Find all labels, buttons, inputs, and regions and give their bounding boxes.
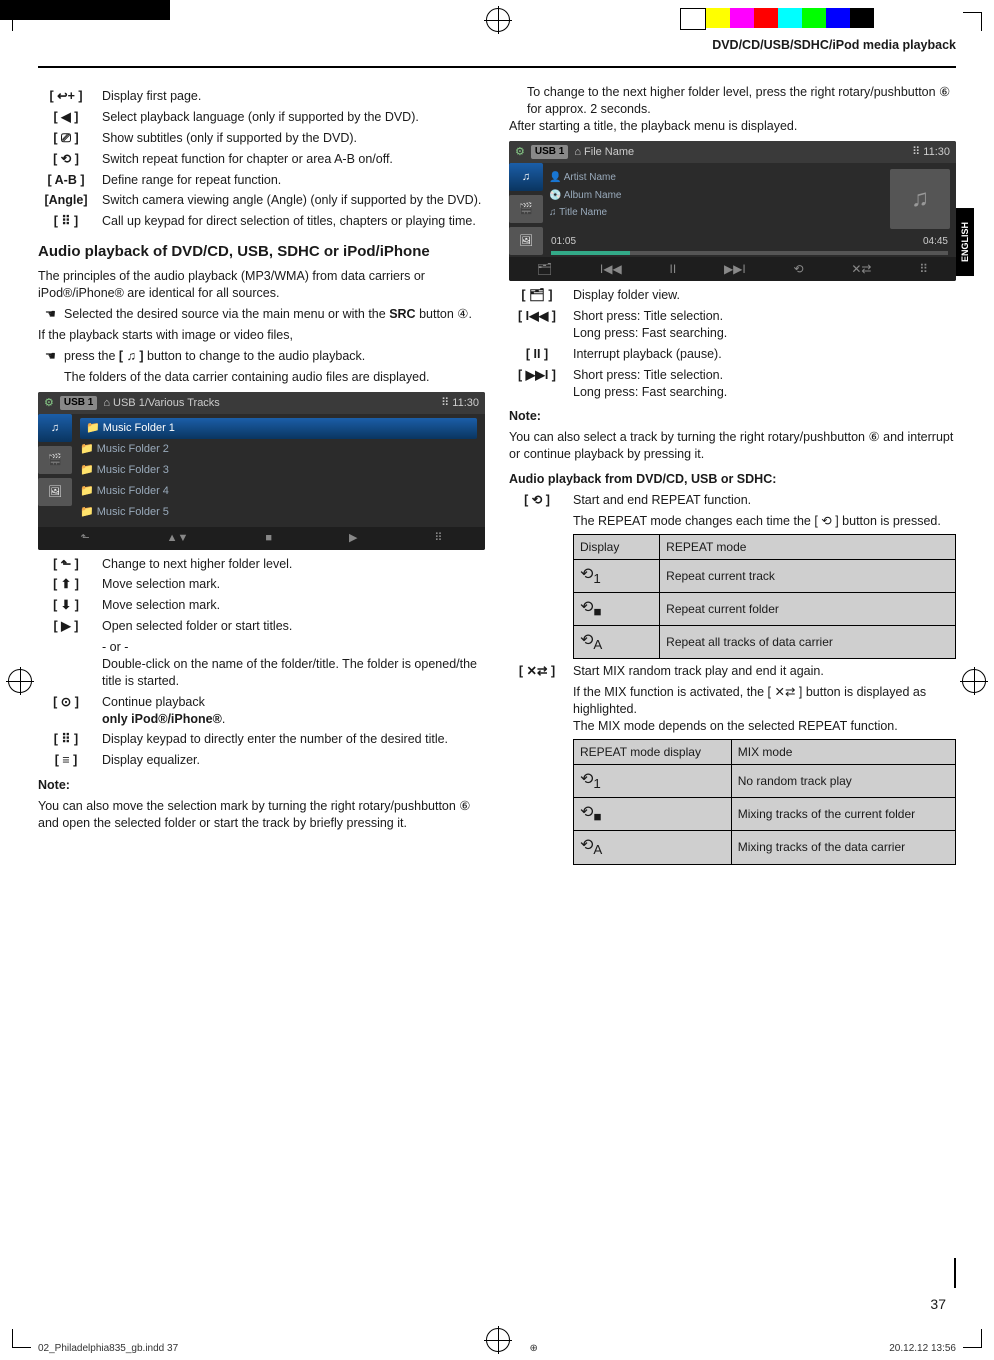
language-tab: ENGLISH xyxy=(956,208,974,276)
paragraph: The principles of the audio playback (MP… xyxy=(38,268,485,302)
album-art-icon: ♫ xyxy=(890,169,950,229)
folder-list-screenshot: ⚙ USB 1 ⌂ USB 1/Various Tracks ⠿ 11:30 ♫… xyxy=(38,392,485,550)
folder-row: 📁 Music Folder 1 xyxy=(80,418,477,439)
bullet-text: Selected the desired source via the main… xyxy=(64,306,472,323)
or-text: - or - xyxy=(102,639,485,656)
footer-date: 20.12.12 13:56 xyxy=(889,1343,956,1354)
folder-row: 📁 Music Folder 4 xyxy=(80,481,477,502)
item-text: Move selection mark. xyxy=(102,597,485,614)
footer-file: 02_Philadelphia835_gb.indd 37 xyxy=(38,1343,178,1354)
paragraph: The REPEAT mode changes each time the [ … xyxy=(573,513,956,530)
item-text: Display keypad to directly enter the num… xyxy=(102,731,485,748)
item-text: Start and end REPEAT function. xyxy=(573,492,956,509)
item-text: Select playback language (only if suppor… xyxy=(102,109,485,126)
item-text: Display first page. xyxy=(102,88,485,105)
item-text: Move selection mark. xyxy=(102,576,485,593)
footer-reg-icon: ⊕ xyxy=(530,1343,538,1354)
music-tab-icon: ♫ xyxy=(38,414,72,442)
item-text: Display folder view. xyxy=(573,287,956,304)
item-text: Change to next higher folder level. xyxy=(102,556,485,573)
item-text: Short press: Title selection.Long press:… xyxy=(573,308,956,342)
image-tab-icon: 🖼 xyxy=(38,478,72,506)
page-number: 37 xyxy=(930,1296,946,1312)
item-text: Show subtitles (only if supported by the… xyxy=(102,130,485,147)
registration-mark-icon xyxy=(8,669,32,693)
note-heading: Note: xyxy=(509,408,956,425)
section-heading: Audio playback of DVD/CD, USB, SDHC or i… xyxy=(38,242,485,262)
video-tab-icon: 🎬 xyxy=(509,195,543,223)
item-text: Interrupt playback (pause). xyxy=(573,346,956,363)
pointer-icon: ☛ xyxy=(38,348,56,365)
sub-heading: Audio playback from DVD/CD, USB or SDHC: xyxy=(509,471,956,488)
item-text: Start MIX random track play and end it a… xyxy=(573,663,956,680)
registration-mark-icon xyxy=(962,669,986,693)
item-text: Switch camera viewing angle (Angle) (onl… xyxy=(102,192,485,209)
item-text: Define range for repeat function. xyxy=(102,172,485,189)
image-tab-icon: 🖼 xyxy=(509,227,543,255)
music-tab-icon: ♫ xyxy=(509,163,543,191)
item-text: Display equalizer. xyxy=(102,752,485,769)
pointer-icon: ☛ xyxy=(38,306,56,323)
registration-mark-icon xyxy=(486,8,510,32)
paragraph: If the playback starts with image or vid… xyxy=(38,327,485,344)
note-heading: Note: xyxy=(38,777,485,794)
paragraph: After starting a title, the playback men… xyxy=(509,118,956,135)
section-header: DVD/CD/USB/SDHC/iPod media playback xyxy=(712,38,956,52)
item-text: Switch repeat function for chapter or ar… xyxy=(102,151,485,168)
bullet-text: press the [ ♫ ] button to change to the … xyxy=(64,348,365,365)
paragraph: To change to the next higher folder leve… xyxy=(527,84,956,118)
folder-row: 📁 Music Folder 3 xyxy=(80,460,477,481)
paragraph: Double-click on the name of the folder/t… xyxy=(102,656,485,690)
repeat-mode-table: DisplayREPEAT mode ⟲1Repeat current trac… xyxy=(573,534,956,660)
note-text: You can also select a track by turning t… xyxy=(509,429,956,463)
folder-row: 📁 Music Folder 5 xyxy=(80,502,477,523)
paragraph: If the MIX function is activated, the [ … xyxy=(573,684,956,718)
item-text: Call up keypad for direct selection of t… xyxy=(102,213,485,230)
paragraph: The folders of the data carrier containi… xyxy=(64,369,485,386)
print-color-bar xyxy=(680,8,874,30)
page-number-bar xyxy=(954,1258,956,1288)
header-rule xyxy=(38,66,956,68)
item-text: Continue playbackonly iPod®/iPhone®. xyxy=(102,694,485,728)
folder-row: 📁 Music Folder 2 xyxy=(80,439,477,460)
now-playing-screenshot: ⚙ USB 1 ⌂ File Name ⠿ 11:30 ♫ 🎬 🖼 👤 xyxy=(509,141,956,282)
paragraph: The MIX mode depends on the selected REP… xyxy=(573,718,956,735)
mix-mode-table: REPEAT mode displayMIX mode ⟲1No random … xyxy=(573,739,956,865)
item-text: Short press: Title selection.Long press:… xyxy=(573,367,956,401)
video-tab-icon: 🎬 xyxy=(38,446,72,474)
item-text: Open selected folder or start titles. xyxy=(102,618,485,635)
note-text: You can also move the selection mark by … xyxy=(38,798,485,832)
